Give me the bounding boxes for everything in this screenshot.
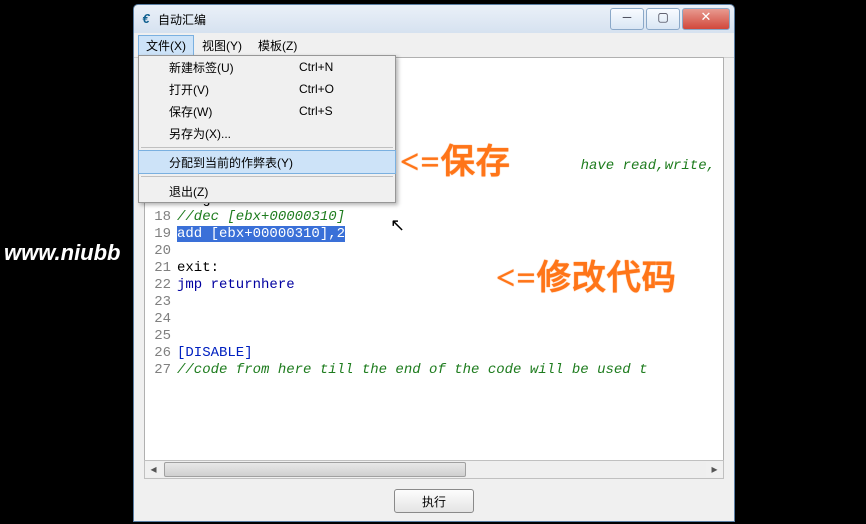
- code-line-15-tail: have read,write,: [572, 158, 715, 174]
- menu-exit[interactable]: 退出(Z): [139, 180, 395, 202]
- menu-save-as[interactable]: 另存为(X)...: [139, 122, 395, 144]
- cursor-icon: ↖: [390, 215, 405, 236]
- menu-open[interactable]: 打开(V)Ctrl+O: [139, 78, 395, 100]
- app-icon: €: [138, 11, 154, 27]
- line-number: 21: [145, 260, 171, 276]
- annotation-save: <=保存: [400, 134, 511, 183]
- menu-assign-to-cheat-table[interactable]: 分配到当前的作弊表(Y): [138, 150, 396, 174]
- line-number: 25: [145, 328, 171, 344]
- menu-template[interactable]: 模板(Z): [250, 35, 305, 56]
- code-jmp: jmp returnhere: [177, 277, 295, 293]
- execute-button[interactable]: 执行: [394, 489, 474, 513]
- menu-separator: [141, 176, 393, 177]
- line-number: 20: [145, 243, 171, 259]
- line-number: 22: [145, 277, 171, 293]
- menu-new-tab[interactable]: 新建标签(U)Ctrl+N: [139, 56, 395, 78]
- label-exit: exit:: [177, 260, 219, 276]
- line-number: 24: [145, 311, 171, 327]
- minimize-button[interactable]: ─: [610, 8, 644, 30]
- menu-file[interactable]: 文件(X): [138, 35, 194, 56]
- line-number: 23: [145, 294, 171, 310]
- scroll-left-button[interactable]: ◂: [145, 462, 162, 477]
- menu-separator: [141, 147, 393, 148]
- scroll-right-button[interactable]: ▸: [706, 462, 723, 477]
- maximize-button[interactable]: ▢: [646, 8, 680, 30]
- menu-view[interactable]: 视图(Y): [194, 35, 250, 56]
- line-number: 26: [145, 345, 171, 361]
- code-comment: //code from here till the end of the cod…: [177, 362, 647, 378]
- code-disable: [DISABLE]: [177, 345, 253, 361]
- line-number: 18: [145, 209, 171, 225]
- watermark: www.niubb: [4, 240, 121, 266]
- menu-save[interactable]: 保存(W)Ctrl+S: [139, 100, 395, 122]
- annotation-modify: <=修改代码: [496, 250, 677, 299]
- titlebar[interactable]: € 自动汇编 ─ ▢ ✕: [134, 5, 734, 33]
- line-number: 27: [145, 362, 171, 378]
- file-menu-dropdown: 新建标签(U)Ctrl+N 打开(V)Ctrl+O 保存(W)Ctrl+S 另存…: [138, 55, 396, 203]
- scroll-thumb[interactable]: [164, 462, 466, 477]
- code-comment: //dec [ebx+00000310]: [177, 209, 345, 225]
- close-button[interactable]: ✕: [682, 8, 730, 30]
- line-number: 19: [145, 226, 171, 242]
- window-title: 自动汇编: [158, 11, 608, 28]
- code-selected: add [ebx+00000310],2: [177, 226, 345, 242]
- horizontal-scrollbar[interactable]: ◂ ▸: [144, 460, 724, 479]
